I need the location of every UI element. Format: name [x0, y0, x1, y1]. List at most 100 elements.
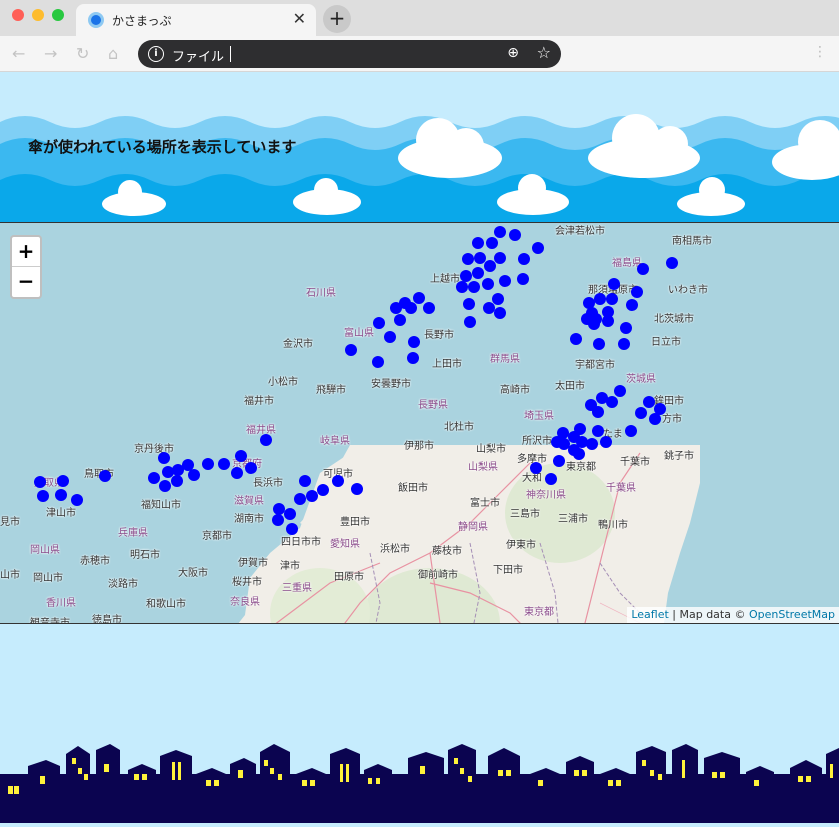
umbrella-marker[interactable] [602, 315, 614, 327]
umbrella-marker[interactable] [626, 299, 638, 311]
umbrella-marker[interactable] [494, 252, 506, 264]
forward-arrow-icon[interactable]: → [44, 44, 57, 63]
zoom-in-button[interactable]: + [12, 237, 40, 267]
umbrella-marker[interactable] [373, 317, 385, 329]
umbrella-marker[interactable] [593, 338, 605, 350]
location-target-icon[interactable]: ⊕ [507, 45, 519, 61]
umbrella-marker[interactable] [600, 436, 612, 448]
umbrella-marker[interactable] [483, 302, 495, 314]
umbrella-marker[interactable] [492, 293, 504, 305]
umbrella-marker[interactable] [171, 475, 183, 487]
umbrella-marker[interactable] [235, 450, 247, 462]
openstreetmap-link[interactable]: OpenStreetMap [749, 608, 835, 621]
umbrella-marker[interactable] [460, 270, 472, 282]
umbrella-marker[interactable] [294, 493, 306, 505]
umbrella-marker[interactable] [573, 448, 585, 460]
umbrella-marker[interactable] [57, 475, 69, 487]
umbrella-marker[interactable] [299, 475, 311, 487]
umbrella-marker[interactable] [586, 438, 598, 450]
browser-tab[interactable]: かさまっぷ ✕ [76, 4, 316, 37]
zoom-out-button[interactable]: − [12, 267, 40, 297]
umbrella-marker[interactable] [499, 275, 511, 287]
umbrella-marker[interactable] [570, 333, 582, 345]
home-icon[interactable]: ⌂ [108, 44, 118, 63]
umbrella-marker[interactable] [407, 352, 419, 364]
umbrella-marker[interactable] [606, 293, 618, 305]
umbrella-marker[interactable] [71, 494, 83, 506]
umbrella-marker[interactable] [99, 470, 111, 482]
browser-menu-icon[interactable]: ⋮ [813, 44, 827, 60]
umbrella-marker[interactable] [172, 464, 184, 476]
umbrella-marker[interactable] [643, 396, 655, 408]
umbrella-marker[interactable] [456, 281, 468, 293]
umbrella-marker[interactable] [468, 281, 480, 293]
umbrella-marker[interactable] [635, 407, 647, 419]
umbrella-marker[interactable] [594, 293, 606, 305]
umbrella-marker[interactable] [482, 278, 494, 290]
umbrella-marker[interactable] [423, 302, 435, 314]
umbrella-marker[interactable] [620, 322, 632, 334]
umbrella-marker[interactable] [666, 257, 678, 269]
bookmark-star-icon[interactable]: ☆ [537, 43, 551, 62]
umbrella-marker[interactable] [606, 396, 618, 408]
umbrella-marker[interactable] [517, 273, 529, 285]
umbrella-marker[interactable] [345, 344, 357, 356]
umbrella-marker[interactable] [631, 286, 643, 298]
umbrella-marker[interactable] [592, 425, 604, 437]
umbrella-marker[interactable] [462, 253, 474, 265]
umbrella-marker[interactable] [37, 490, 49, 502]
umbrella-marker[interactable] [286, 523, 298, 535]
umbrella-marker[interactable] [162, 466, 174, 478]
umbrella-marker[interactable] [34, 476, 46, 488]
leaflet-map[interactable]: 会津若松市 南相馬市 福島県 上越市 いわき市 石川県 那須塩原市 北茨城市 富山県 長野市 金沢市… [0, 222, 839, 624]
umbrella-marker[interactable] [532, 242, 544, 254]
umbrella-marker[interactable] [588, 318, 600, 330]
maximize-window-button[interactable] [52, 9, 64, 21]
umbrella-marker[interactable] [649, 413, 661, 425]
address-bar[interactable]: i ファイル ⊕ ☆ [138, 40, 561, 68]
tab-close-icon[interactable]: ✕ [293, 9, 306, 28]
umbrella-marker[interactable] [518, 253, 530, 265]
umbrella-marker[interactable] [530, 462, 542, 474]
umbrella-marker[interactable] [372, 356, 384, 368]
umbrella-marker[interactable] [637, 263, 649, 275]
umbrella-marker[interactable] [545, 473, 557, 485]
umbrella-marker[interactable] [486, 237, 498, 249]
umbrella-marker[interactable] [351, 483, 363, 495]
umbrella-marker[interactable] [592, 406, 604, 418]
umbrella-marker[interactable] [494, 226, 506, 238]
umbrella-marker[interactable] [494, 307, 506, 319]
umbrella-marker[interactable] [618, 338, 630, 350]
umbrella-marker[interactable] [472, 237, 484, 249]
umbrella-marker[interactable] [245, 462, 257, 474]
umbrella-marker[interactable] [317, 484, 329, 496]
umbrella-marker[interactable] [55, 489, 67, 501]
umbrella-marker[interactable] [413, 292, 425, 304]
back-arrow-icon[interactable]: ← [12, 44, 25, 63]
umbrella-marker[interactable] [509, 229, 521, 241]
umbrella-marker[interactable] [463, 298, 475, 310]
umbrella-marker[interactable] [474, 252, 486, 264]
umbrella-marker[interactable] [484, 260, 496, 272]
umbrella-marker[interactable] [394, 314, 406, 326]
umbrella-marker[interactable] [273, 503, 285, 515]
umbrella-marker[interactable] [188, 469, 200, 481]
umbrella-marker[interactable] [231, 467, 243, 479]
umbrella-marker[interactable] [332, 475, 344, 487]
reload-icon[interactable]: ↻ [76, 44, 89, 63]
close-window-button[interactable] [12, 9, 24, 21]
umbrella-marker[interactable] [202, 458, 214, 470]
umbrella-marker[interactable] [306, 490, 318, 502]
umbrella-marker[interactable] [464, 316, 476, 328]
umbrella-marker[interactable] [472, 267, 484, 279]
umbrella-marker[interactable] [625, 425, 637, 437]
umbrella-marker[interactable] [408, 336, 420, 348]
umbrella-marker[interactable] [384, 331, 396, 343]
umbrella-marker[interactable] [218, 458, 230, 470]
umbrella-marker[interactable] [551, 436, 563, 448]
new-tab-button[interactable]: + [323, 5, 351, 33]
umbrella-marker[interactable] [553, 455, 565, 467]
info-icon[interactable]: i [148, 46, 164, 62]
umbrella-marker[interactable] [260, 434, 272, 446]
umbrella-marker[interactable] [284, 508, 296, 520]
